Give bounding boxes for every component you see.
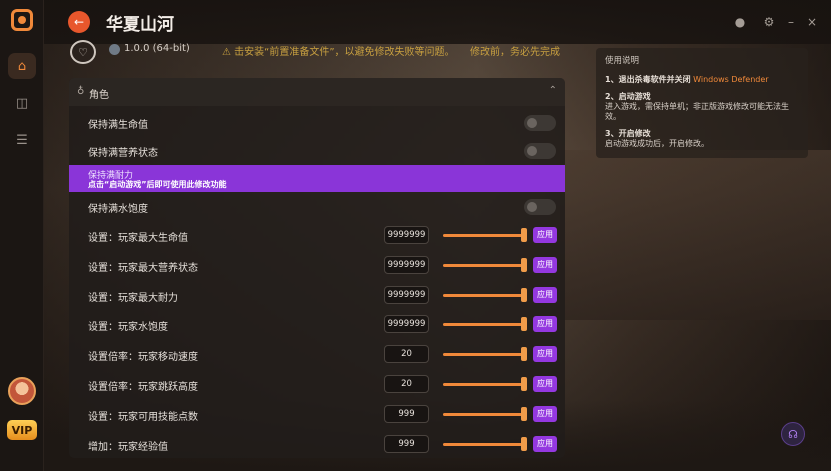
apply-button[interactable]: 应用 <box>533 435 557 452</box>
apply-button[interactable]: 应用 <box>533 286 557 303</box>
section-label: 角色 <box>89 90 109 101</box>
setting-row: 增加：玩家经验值 999 应用 <box>69 430 565 460</box>
title-bar: ← 华夏山河 ● ⚙ – × <box>44 0 831 44</box>
value-slider[interactable] <box>443 383 527 386</box>
toggle-label: 保持满生命值 <box>88 120 148 131</box>
toggle-label: 保持满营养状态 <box>88 148 158 159</box>
setting-row: 设置：玩家最大生命值 9999999 应用 <box>69 221 565 251</box>
slider-handle[interactable] <box>521 287 527 302</box>
warning-notice-2: 修改前，务必先完成 <box>470 47 560 58</box>
step-2: 2、启动游戏 进入游戏，需保持单机；非正版游戏修改可能无法生效。 <box>605 92 789 121</box>
game-version: 1.0.0 (64-bit) <box>124 43 190 54</box>
toggle-label: 保持满水饱度 <box>88 204 148 215</box>
minimize-button[interactable]: – <box>782 13 800 31</box>
setting-row: 设置：玩家最大耐力 9999999 应用 <box>69 281 565 311</box>
apply-button[interactable]: 应用 <box>533 346 557 363</box>
slider-handle[interactable] <box>521 436 527 451</box>
setting-label: 设置：玩家最大生命值 <box>88 233 188 244</box>
toggle-row: 保持满生命值 <box>69 108 565 138</box>
value-slider[interactable] <box>443 293 527 297</box>
toggle-switch[interactable] <box>524 199 556 215</box>
setting-row: 设置倍率：玩家跳跃高度 20 应用 <box>69 370 565 400</box>
back-arrow-icon[interactable]: ← <box>68 11 90 33</box>
instructions-heading: 使用说明 <box>605 56 640 66</box>
headset-icon[interactable]: ☊ <box>781 422 805 446</box>
setting-row: 设置：玩家最大营养状态 9999999 应用 <box>69 251 565 281</box>
value-slider[interactable] <box>443 353 527 357</box>
value-slider[interactable] <box>443 412 527 416</box>
slider-handle[interactable] <box>521 228 527 242</box>
value-input[interactable]: 999 <box>384 434 429 453</box>
step-3: 3、开启修改 启动游戏成功后，开启修改。 <box>605 129 709 148</box>
setting-label: 设置：玩家水饱度 <box>88 322 168 334</box>
setting-label: 设置倍率：玩家移动速度 <box>88 352 198 364</box>
chevron-up-icon[interactable]: ⌃ <box>549 85 557 96</box>
background-building <box>560 150 831 320</box>
apply-button[interactable]: 应用 <box>533 405 557 422</box>
sidebar: ⌂ ◫ ☰ VIP <box>0 0 44 471</box>
value-slider[interactable] <box>443 234 527 237</box>
value-slider[interactable] <box>443 442 527 446</box>
value-input[interactable]: 9999999 <box>384 285 429 304</box>
toggle-switch[interactable] <box>524 143 556 159</box>
toggle-row: 保持满营养状态 <box>69 136 565 166</box>
value-input[interactable]: 20 <box>384 375 429 393</box>
warning-notice[interactable]: ⚠ 击安装“前置准备文件”，以避免修改失败等问题。 <box>222 43 455 58</box>
slider-handle[interactable] <box>521 377 527 391</box>
value-slider[interactable] <box>443 323 527 327</box>
value-input[interactable]: 999 <box>384 404 429 423</box>
setting-row: 设置：玩家水饱度 9999999 应用 <box>69 310 565 340</box>
value-input[interactable]: 9999999 <box>384 315 429 334</box>
value-input[interactable]: 9999999 <box>384 226 429 244</box>
value-input[interactable]: 9999999 <box>384 255 429 274</box>
launch-hint: 点击“启动游戏”后即可使用此修改功能 <box>88 180 227 189</box>
setting-row: 设置：玩家可用技能点数 999 应用 <box>69 400 565 430</box>
apply-button[interactable]: 应用 <box>533 256 557 273</box>
toggle-row: 保持满水饱度 <box>69 192 565 222</box>
setting-label: 设置：玩家可用技能点数 <box>88 411 198 423</box>
settings-icon[interactable]: ⚙ <box>760 13 778 31</box>
setting-label: 设置：玩家最大营养状态 <box>88 262 198 274</box>
toggle-switch[interactable] <box>524 115 556 131</box>
page-title: 华夏山河 <box>106 15 174 35</box>
cheat-panel: ♁ 角色 ⌃ 保持满生命值 保持满营养状态 保持满耐力 点击“启动游戏”后即可使… <box>69 78 565 458</box>
game-info-strip: ♡ 1.0.0 (64-bit) ⚠ 击安装“前置准备文件”，以避免修改失败等问… <box>60 40 565 64</box>
highlighted-row[interactable]: 保持满耐力 点击“启动游戏”后即可使用此修改功能 <box>69 165 565 192</box>
section-header[interactable]: ♁ 角色 ⌃ <box>69 78 565 106</box>
sidebar-home-icon[interactable]: ⌂ <box>8 53 36 79</box>
apply-button[interactable]: 应用 <box>533 227 557 243</box>
record-icon[interactable]: ● <box>731 13 749 31</box>
setting-label: 设置：玩家最大耐力 <box>88 292 178 304</box>
value-slider[interactable] <box>443 263 527 267</box>
slider-handle[interactable] <box>521 317 527 332</box>
slider-handle[interactable] <box>521 406 527 421</box>
step-1: 1、退出杀毒软件并关闭 Windows Defender <box>605 75 769 84</box>
setting-row: 设置倍率：玩家移动速度 20 应用 <box>69 340 565 370</box>
steam-icon <box>109 44 120 55</box>
user-avatar[interactable] <box>8 377 36 405</box>
setting-label: 设置倍率：玩家跳跃高度 <box>88 382 198 393</box>
setting-label: 增加：玩家经验值 <box>88 441 168 453</box>
app-logo-icon[interactable] <box>11 9 33 31</box>
character-icon: ♁ <box>77 86 85 97</box>
sidebar-library-icon[interactable]: ☰ <box>8 127 36 153</box>
instructions-panel: 使用说明 1、退出杀毒软件并关闭 Windows Defender 2、启动游戏… <box>596 48 808 158</box>
value-input[interactable]: 20 <box>384 345 429 364</box>
shield-icon: ♡ <box>70 40 96 64</box>
close-button[interactable]: × <box>803 13 821 31</box>
slider-handle[interactable] <box>521 257 527 272</box>
apply-button[interactable]: 应用 <box>533 376 557 392</box>
slider-handle[interactable] <box>521 347 527 362</box>
vip-badge[interactable]: VIP <box>7 420 37 440</box>
apply-button[interactable]: 应用 <box>533 316 557 333</box>
sidebar-games-icon[interactable]: ◫ <box>8 90 36 116</box>
